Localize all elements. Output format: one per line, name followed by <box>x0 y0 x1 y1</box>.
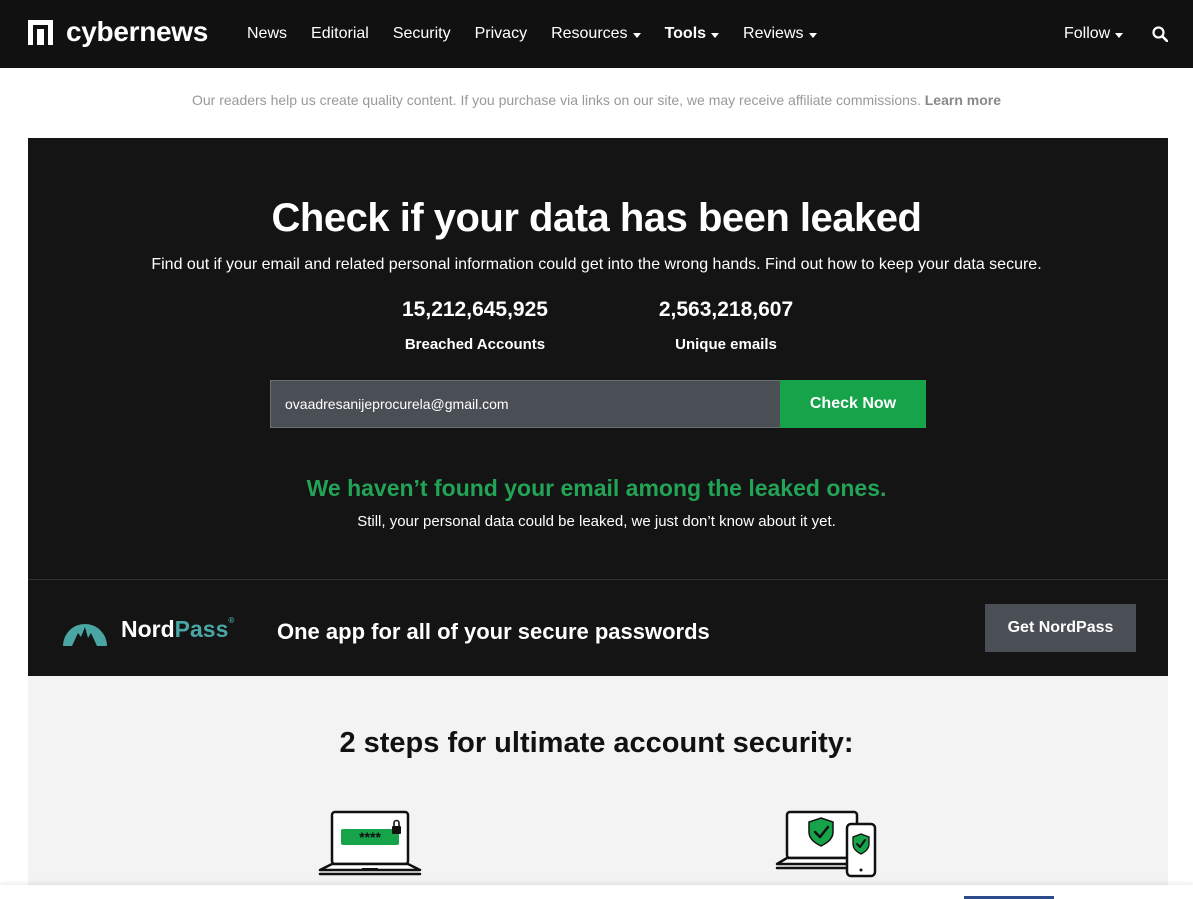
email-input[interactable] <box>270 380 781 428</box>
disclaimer-text: Our readers help us create quality conte… <box>191 92 921 108</box>
chevron-down-icon <box>1115 32 1124 38</box>
cybernews-logo[interactable]: cybernews <box>28 16 209 47</box>
nav-item-editorial[interactable]: Editorial <box>311 25 369 43</box>
password-mask-text: **** <box>359 829 381 845</box>
check-now-button[interactable]: Check Now <box>780 380 926 428</box>
laptop-password-icon: **** <box>318 810 422 876</box>
nav-item-tools[interactable]: Tools <box>664 25 720 43</box>
chevron-down-icon <box>711 32 720 38</box>
nav-label: News <box>247 25 288 42</box>
logo-mark-icon <box>28 19 53 45</box>
stat-value: 15,212,645,925 <box>402 298 548 321</box>
hero-subtitle: Find out if your email and related perso… <box>151 256 1042 273</box>
steps-section <box>28 676 1168 886</box>
nav-label: Privacy <box>474 25 528 42</box>
search-icon[interactable] <box>1152 26 1168 42</box>
nordpass-logo-icon <box>63 624 107 646</box>
hero-title: Check if your data has been leaked <box>271 196 922 240</box>
learn-more-link[interactable]: Learn more <box>925 92 1001 108</box>
nav-item-security[interactable]: Security <box>393 25 451 43</box>
nav-label: Tools <box>664 25 707 42</box>
stat-value: 2,563,218,607 <box>658 298 794 321</box>
nav-item-news[interactable]: News <box>247 25 287 43</box>
nav-item-reviews[interactable]: Reviews <box>743 25 817 43</box>
affiliate-disclaimer: Our readers help us create quality conte… <box>0 92 1193 108</box>
nav-label: Security <box>392 25 451 42</box>
follow-menu[interactable]: Follow <box>1064 0 1124 68</box>
chevron-down-icon <box>808 32 817 38</box>
brand-left: Nord <box>121 616 175 642</box>
nav-item-resources[interactable]: Resources <box>551 25 641 43</box>
result-title: We haven’t found your email among the le… <box>306 475 887 501</box>
logo-text: cybernews <box>66 16 209 47</box>
devices-shield-icon <box>775 810 877 878</box>
stat-breached-accounts: 15,212,645,925 Breached Accounts <box>375 298 575 353</box>
stat-label: Breached Accounts <box>404 336 546 353</box>
registered-mark: ® <box>228 616 235 625</box>
get-nordpass-button[interactable]: Get NordPass <box>985 604 1136 652</box>
steps-title: 2 steps for ultimate account security: <box>339 727 854 759</box>
follow-label: Follow <box>1064 25 1111 42</box>
brand-right: Pass <box>174 616 229 642</box>
stat-unique-emails: 2,563,218,607 Unique emails <box>626 298 826 353</box>
chevron-down-icon <box>632 32 641 38</box>
nav-label: Reviews <box>743 25 804 42</box>
nav-label: Resources <box>551 25 628 42</box>
stat-label: Unique emails <box>675 336 777 353</box>
main-nav: News Editorial Security Privacy Resource… <box>247 0 841 68</box>
nav-label: Editorial <box>311 25 369 42</box>
promo-tagline: One app for all of your secure passwords <box>277 619 710 644</box>
nordpass-wordmark: NordPass® <box>121 616 234 643</box>
result-subtitle: Still, your personal data could be leake… <box>357 513 836 530</box>
nav-item-privacy[interactable]: Privacy <box>475 25 527 43</box>
